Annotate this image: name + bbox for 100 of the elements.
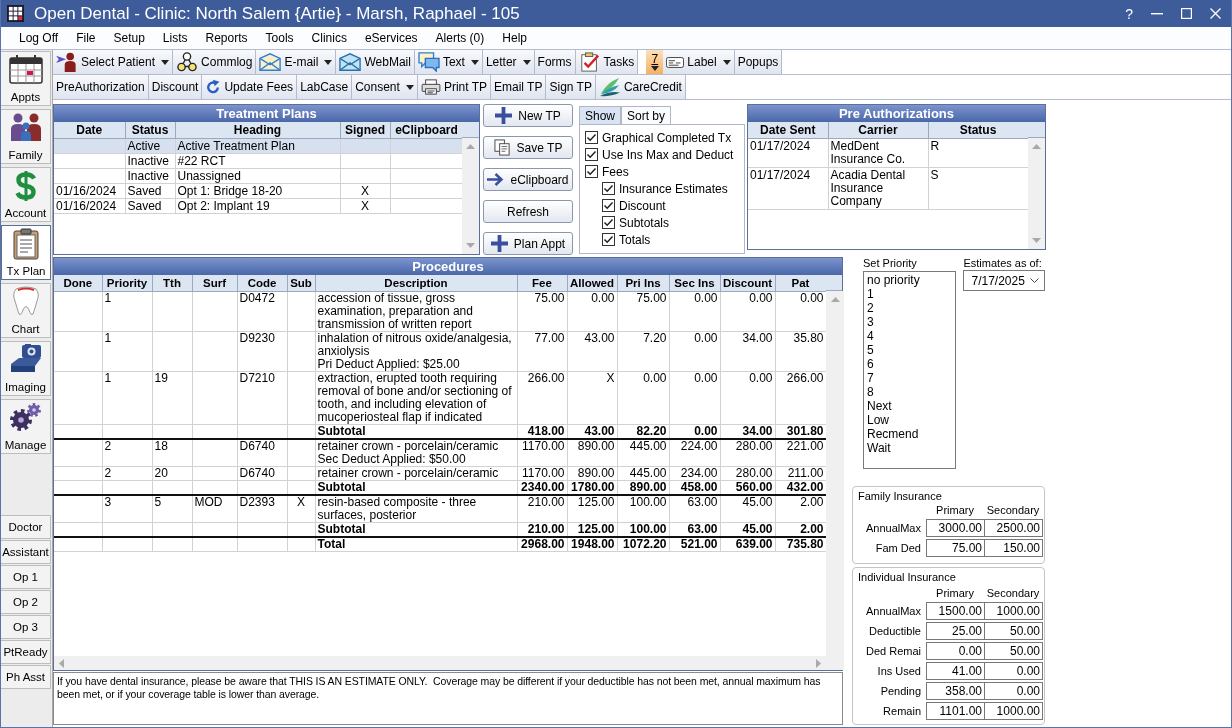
scroll-up-icon[interactable] — [466, 144, 475, 149]
value-field[interactable]: 1500.00 — [926, 602, 985, 620]
column-header[interactable]: Done — [54, 275, 102, 291]
checkbox[interactable] — [602, 216, 615, 229]
toolbar-button[interactable]: WebMail — [336, 50, 415, 74]
list-item[interactable]: Wait — [867, 441, 953, 455]
menu-item[interactable]: Lists — [153, 30, 197, 46]
column-header[interactable]: Signed — [340, 122, 390, 138]
list-item[interactable]: 7 — [867, 371, 953, 385]
value-field[interactable]: 50.00 — [984, 622, 1043, 640]
column-header[interactable]: Fee — [517, 275, 567, 291]
scroll-down-icon[interactable] — [466, 243, 475, 248]
value-field[interactable]: 3000.00 — [926, 519, 985, 537]
value-field[interactable]: 1000.00 — [984, 602, 1043, 620]
value-field[interactable]: 2500.00 — [984, 519, 1043, 537]
toolbar-button[interactable]: LabCase — [297, 75, 353, 99]
maximize-icon[interactable] — [1181, 8, 1192, 19]
menu-item[interactable]: Clinics — [302, 30, 356, 46]
value-field[interactable]: 25.00 — [926, 622, 985, 640]
list-item[interactable]: no priority — [867, 273, 953, 287]
toolbar-button[interactable]: Popups — [734, 50, 783, 74]
list-item[interactable]: 1 — [867, 287, 953, 301]
list-item[interactable]: 2 — [867, 301, 953, 315]
toolbar-button[interactable]: Text — [414, 50, 483, 74]
list-item[interactable]: 3 — [867, 315, 953, 329]
column-header[interactable]: Date Sent — [748, 122, 828, 138]
plan-button[interactable]: eClipboard — [483, 168, 573, 191]
column-header[interactable]: Sec Ins — [669, 275, 720, 291]
operatory-button[interactable]: Assistant — [1, 540, 51, 564]
toolbar-button[interactable]: Commlog — [173, 50, 257, 74]
checkbox[interactable] — [585, 131, 598, 144]
column-header[interactable]: Sub — [287, 275, 315, 291]
menu-item[interactable]: Tools — [256, 30, 303, 46]
column-header[interactable]: Priority — [102, 275, 152, 291]
module-button[interactable]: Account — [1, 167, 51, 222]
column-header[interactable]: Pat — [775, 275, 826, 291]
plan-row[interactable]: Inactive Unassigned — [54, 168, 462, 183]
module-button[interactable]: Tx Plan — [1, 225, 51, 280]
horizontal-scrollbar[interactable] — [54, 656, 826, 670]
toolbar-button[interactable]: Select Patient — [53, 50, 174, 74]
plan-button[interactable]: Save TP — [483, 136, 573, 159]
vertical-scrollbar[interactable] — [462, 138, 479, 254]
toolbar-button[interactable]: E-mail — [256, 50, 337, 74]
vertical-scrollbar[interactable] — [1028, 138, 1045, 249]
column-header[interactable]: Pri Ins — [617, 275, 669, 291]
vertical-scrollbar[interactable] — [826, 291, 844, 670]
list-item[interactable]: 5 — [867, 343, 953, 357]
menu-item[interactable]: File — [67, 30, 105, 46]
list-item[interactable]: Low — [867, 413, 953, 427]
scroll-up-icon[interactable] — [1032, 144, 1041, 149]
task-count-button[interactable]: 7 — [646, 50, 664, 74]
menu-item[interactable]: eServices — [355, 30, 427, 46]
operatory-button[interactable]: Op 3 — [1, 615, 51, 639]
value-field[interactable]: 0.00 — [984, 662, 1043, 680]
value-field[interactable]: 0.00 — [984, 682, 1043, 700]
scroll-up-icon[interactable] — [830, 297, 840, 302]
toolbar-button[interactable]: Label — [663, 50, 735, 74]
menu-item[interactable]: Setup — [104, 30, 154, 46]
tab[interactable]: Show — [579, 106, 622, 124]
column-header[interactable]: Status — [928, 122, 1028, 138]
value-field[interactable]: 41.00 — [926, 662, 985, 680]
value-field[interactable]: 1101.00 — [926, 702, 985, 720]
checkbox[interactable] — [585, 165, 598, 178]
list-item[interactable]: 6 — [867, 357, 953, 371]
operatory-button[interactable]: Op 1 — [1, 565, 51, 589]
value-field[interactable]: 358.00 — [926, 682, 985, 700]
column-header[interactable]: eClipboard — [390, 122, 462, 138]
plan-row[interactable]: 01/16/2024 Saved Opt 1: Bridge 18-20 X — [54, 183, 462, 198]
value-field[interactable]: 50.00 — [984, 642, 1043, 660]
toolbar-button[interactable]: Discount — [148, 75, 203, 99]
help-button[interactable]: ? — [1125, 5, 1133, 22]
scroll-down-icon[interactable] — [1032, 238, 1041, 243]
toolbar-button[interactable]: Sign TP — [546, 75, 596, 99]
module-button[interactable]: Appts — [1, 51, 51, 106]
column-header[interactable]: Heading — [175, 122, 340, 138]
checkbox[interactable] — [585, 148, 598, 161]
plan-button[interactable]: New TP — [483, 104, 573, 127]
toolbar-button[interactable]: Print TP — [417, 75, 491, 99]
operatory-button[interactable]: Ph Asst — [1, 665, 51, 689]
list-item[interactable]: Next — [867, 399, 953, 413]
column-header[interactable]: Carrier — [828, 122, 928, 138]
value-field[interactable]: 1000.00 — [984, 702, 1043, 720]
list-item[interactable]: 4 — [867, 329, 953, 343]
scroll-left-icon[interactable] — [59, 658, 64, 668]
column-header[interactable]: Surf — [192, 275, 237, 291]
toolbar-button[interactable]: Letter — [482, 50, 535, 74]
checkbox[interactable] — [602, 199, 615, 212]
value-field[interactable]: 0.00 — [926, 642, 985, 660]
toolbar-button[interactable]: Update Fees — [202, 75, 298, 99]
toolbar-button[interactable]: Tasks — [575, 50, 639, 74]
scroll-right-icon[interactable] — [816, 658, 821, 668]
plan-row[interactable]: 01/16/2024 Saved Opt 2: Implant 19 X — [54, 198, 462, 213]
plan-button[interactable]: Plan Appt — [483, 232, 573, 255]
module-button[interactable]: Imaging — [1, 341, 51, 396]
column-header[interactable]: Discount — [720, 275, 775, 291]
operatory-button[interactable]: Op 2 — [1, 590, 51, 614]
toolbar-button[interactable]: CareCredit — [595, 75, 686, 99]
module-button[interactable]: Manage — [1, 399, 51, 454]
column-header[interactable]: Status — [125, 122, 175, 138]
checkbox[interactable] — [602, 182, 615, 195]
